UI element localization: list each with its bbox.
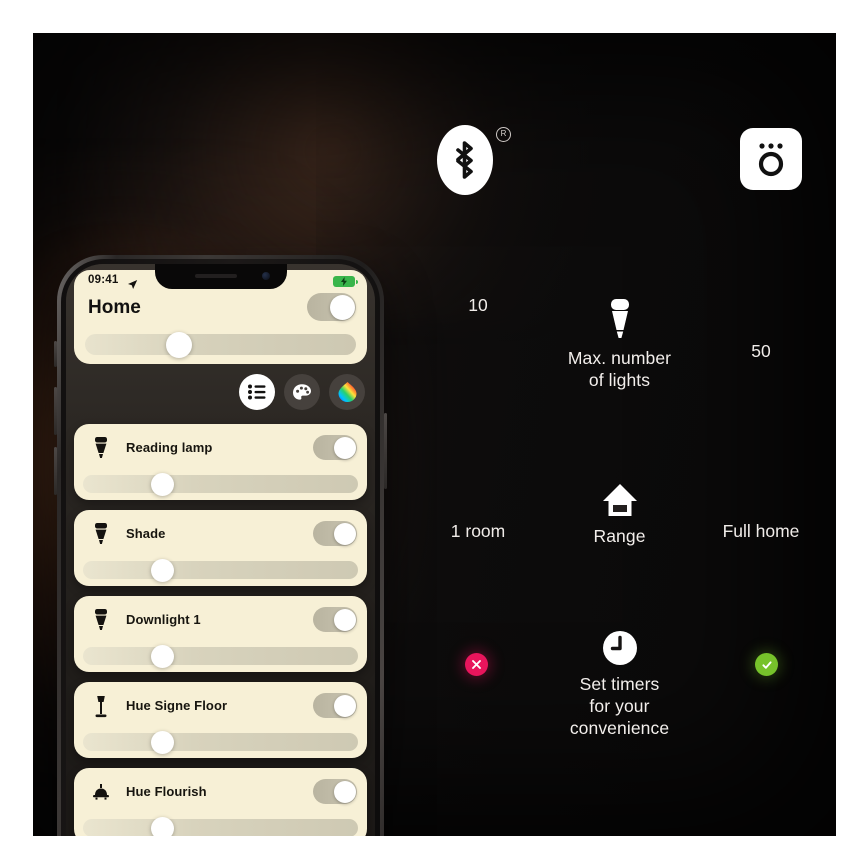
promo-graphic: R 10 Max. number of lights 50 1 room Ran… — [33, 33, 836, 836]
bluetooth-icon — [437, 125, 493, 195]
logo-row: R — [403, 125, 836, 195]
light-card[interactable]: Reading lamp — [74, 424, 367, 500]
light-toggle[interactable] — [313, 435, 357, 460]
light-name: Reading lamp — [126, 440, 213, 455]
slider-knob[interactable] — [151, 472, 174, 496]
light-name: Hue Signe Floor — [126, 698, 228, 713]
light-name: Shade — [126, 526, 166, 541]
pendant-lamp-icon — [90, 780, 112, 804]
status-bar-time: 09:41 — [88, 274, 119, 286]
light-toggle[interactable] — [313, 779, 357, 804]
mute-switch[interactable] — [54, 341, 57, 367]
bulb-icon — [403, 295, 836, 341]
floor-lamp-icon — [90, 694, 112, 718]
color-picker-button[interactable] — [329, 374, 365, 410]
light-brightness-slider[interactable] — [83, 730, 358, 754]
slider-knob[interactable] — [166, 331, 192, 358]
feature-label-line1: Set timers — [579, 674, 660, 694]
slider-knob[interactable] — [151, 730, 174, 754]
slider-knob[interactable] — [151, 816, 174, 836]
light-card[interactable]: Hue Flourish — [74, 768, 367, 836]
philips-hue-app-icon — [740, 128, 802, 190]
spot-bulb-icon — [90, 608, 112, 632]
light-card[interactable]: Shade — [74, 510, 367, 586]
toggle-knob — [333, 780, 356, 803]
home-master-toggle[interactable] — [307, 293, 356, 321]
front-camera-icon — [261, 272, 270, 280]
slider-knob[interactable] — [151, 558, 174, 582]
spot-bulb-icon — [90, 436, 112, 460]
light-brightness-slider[interactable] — [83, 816, 358, 836]
feature-right-value: Full home — [722, 521, 800, 541]
location-arrow-icon — [127, 277, 138, 295]
light-card[interactable]: Downlight 1 — [74, 596, 367, 672]
light-list[interactable]: Reading lamp Shade Downlight 1 Hue Signe… — [74, 424, 367, 836]
scenes-button[interactable] — [284, 374, 320, 410]
light-brightness-slider[interactable] — [83, 558, 358, 582]
light-name: Downlight 1 — [126, 612, 201, 627]
toggle-knob — [333, 694, 356, 717]
light-brightness-slider[interactable] — [83, 472, 358, 496]
phone-screen: 09:41 Home Reading lamp Shade Downlight … — [66, 264, 375, 836]
light-brightness-slider[interactable] — [83, 644, 358, 668]
toggle-knob — [329, 294, 355, 320]
earpiece-speaker — [194, 274, 237, 278]
toggle-knob — [333, 522, 356, 545]
comparison-column: R 10 Max. number of lights 50 1 room Ran… — [403, 33, 836, 836]
light-toggle[interactable] — [313, 521, 357, 546]
power-button[interactable] — [384, 413, 387, 489]
battery-charging-icon — [333, 276, 358, 287]
registered-trademark-icon: R — [496, 127, 511, 142]
list-view-button[interactable] — [239, 374, 275, 410]
light-card[interactable]: Hue Signe Floor — [74, 682, 367, 758]
mode-button-row — [239, 374, 365, 410]
toggle-knob — [333, 608, 356, 631]
volume-down-button[interactable] — [54, 447, 57, 495]
feature-label-line2: of lights — [588, 370, 651, 390]
toggle-knob — [333, 436, 356, 459]
home-icon — [403, 473, 836, 519]
home-title: Home — [88, 297, 141, 318]
spot-bulb-icon — [90, 522, 112, 546]
light-name: Hue Flourish — [126, 784, 207, 799]
light-toggle[interactable] — [313, 693, 357, 718]
phone-notch — [154, 264, 287, 289]
phone-mockup: 09:41 Home Reading lamp Shade Downlight … — [54, 255, 387, 836]
feature-label-line3: convenience — [569, 718, 670, 738]
volume-up-button[interactable] — [54, 387, 57, 435]
slider-knob[interactable] — [151, 644, 174, 668]
feature-label-line2: for your — [589, 696, 650, 716]
check-badge — [755, 653, 778, 676]
light-toggle[interactable] — [313, 607, 357, 632]
feature-right-value: 50 — [751, 341, 771, 361]
feature-center: Set timers for your convenience — [403, 621, 836, 739]
home-brightness-slider[interactable] — [85, 331, 356, 358]
